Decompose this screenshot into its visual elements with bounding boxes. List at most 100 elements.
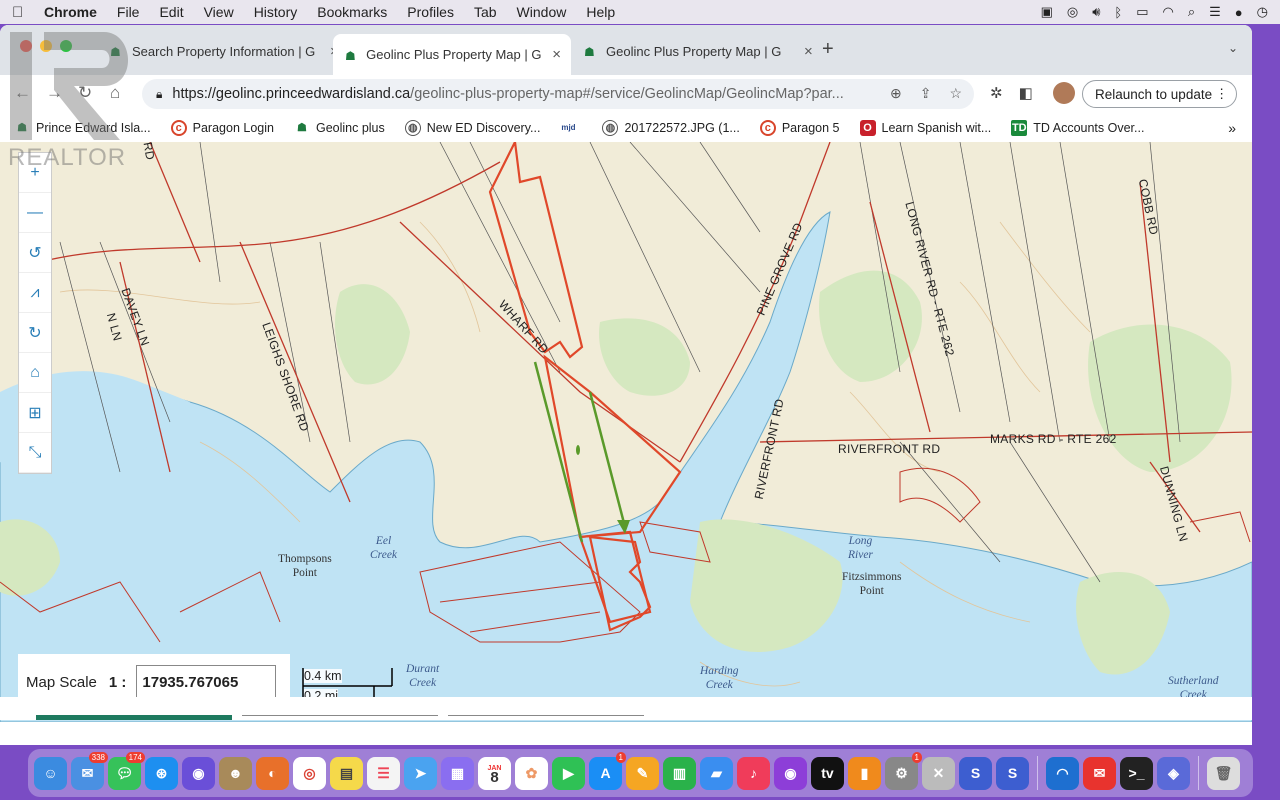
finder-icon[interactable]: ☺ [34,756,67,790]
page-tab-indicator[interactable] [242,715,438,720]
safari-icon[interactable]: ⊛ [145,756,178,790]
bookmark-item[interactable]: ◍ 201722572.JPG (1... [602,119,740,136]
chrome-icon[interactable]: ◎ [293,756,326,790]
bookmark-item[interactable]: O Learn Spanish wit... [859,119,991,136]
reminders-icon[interactable]: ☰ [367,756,400,790]
podcasts-icon[interactable]: ◉ [774,756,807,790]
menu-edit[interactable]: Edit [159,4,183,20]
bookmark-item[interactable]: c Paragon Login [170,119,274,136]
page-tab-indicator[interactable] [36,715,232,720]
green-area [599,318,690,396]
siri-icon[interactable]: ● [1235,5,1243,20]
tab-search-icon[interactable]: ⌄ [1228,41,1238,55]
td-icon: TD [1011,119,1028,136]
keynote-icon[interactable]: ▰ [700,756,733,790]
profile-avatar[interactable] [1053,82,1075,104]
siri-app-icon[interactable]: ◉ [182,756,215,790]
music-icon[interactable]: ♪ [737,756,770,790]
app-s-icon[interactable]: S [959,756,992,790]
utility-icon[interactable]: ✕ [922,756,955,790]
menu-tab[interactable]: Tab [474,4,497,20]
bookmark-item[interactable]: TD TD Accounts Over... [1011,119,1144,136]
close-tab-icon[interactable]: × [804,43,813,60]
duckduckgo-icon[interactable]: ◐ [256,756,289,790]
tab-geolinc-active[interactable]: ☗ Geolinc Plus Property Map | G × [333,34,571,75]
rotate-right-icon[interactable]: ↻ [19,313,51,353]
pages-icon[interactable]: ✎ [626,756,659,790]
trash-icon[interactable]: 🗑︎ [1207,756,1240,790]
bluetooth-icon[interactable]: ᛒ [1114,5,1122,20]
calendar-icon[interactable]: JAN 8 [478,756,511,790]
tab-title: Geolinc Plus Property Map | G [606,43,782,59]
notes-icon[interactable]: ▤ [330,756,363,790]
app-store-icon[interactable]: A1 [589,751,626,790]
mail-icon[interactable]: ✉ 338 [71,751,108,790]
accessibility-icon[interactable]: ◎ [1067,4,1078,20]
rotate-left-icon[interactable]: ↺ [19,233,51,273]
north-arrow-icon[interactable]: ⩘ [19,273,51,313]
status-area: ▣ ◎ 🔊︎ ᛒ ▭ ◠ ⌕ ☰ ● ◷ [1041,0,1268,24]
bookmark-item[interactable]: mjd [560,120,582,136]
spotlight-icon[interactable]: ⌕ [1188,4,1195,20]
messages-icon[interactable]: 💬︎ 174 [108,751,145,790]
launchpad-icon[interactable]: ▦ [441,756,474,790]
tab-geolinc-2[interactable]: ☗ Geolinc Plus Property Map | G × [572,36,823,66]
apple-tv-icon[interactable]: tv [811,756,844,790]
zoom-icon[interactable]: ⊕ [890,85,902,102]
bookmarks-bar: ☗Prince Edward Isla... cParagon Login ☗G… [0,113,1252,143]
water-label-harding: Harding Creek [700,665,739,691]
map-scale-input[interactable]: 17935.767065 [136,665,277,699]
more-bookmarks-icon[interactable]: » [1228,120,1236,136]
apple-icon[interactable]:  [12,4,32,21]
menu-window[interactable]: Window [517,4,567,20]
photos-icon[interactable]: ✿ [515,756,548,790]
menu-bar:  Chrome File Edit View History Bookmark… [0,0,1280,24]
menu-profiles[interactable]: Profiles [407,4,454,20]
books-icon[interactable]: ▮ [848,756,881,790]
menu-bookmarks[interactable]: Bookmarks [317,4,387,20]
bookmark-star-icon[interactable]: ☆ [949,85,962,102]
app-s-icon[interactable]: S [996,756,1029,790]
home-extent-icon[interactable]: ⌂ [19,353,51,393]
lock-icon[interactable]: 🔒︎ [156,87,162,102]
system-settings-icon[interactable]: ⚙ 1 [885,751,922,790]
stack-icon[interactable]: ◈ [1157,756,1190,790]
bookmark-item[interactable]: ◍ New ED Discovery... [404,119,540,136]
mail-app-icon[interactable]: ✉ [1083,756,1116,790]
camera-icon[interactable]: ▣ [1041,4,1053,20]
menu-view[interactable]: View [204,4,234,20]
wifi-icon[interactable]: ◠ [1163,4,1174,20]
relaunch-button[interactable]: Relaunch to update ⋮ [1082,80,1238,108]
maps-icon[interactable]: ➤ [404,756,437,790]
contacts-icon[interactable]: ☻ [219,756,252,790]
geolinc-icon: ☗ [345,48,356,63]
numbers-icon[interactable]: ▥ [663,756,696,790]
green-area [819,270,922,382]
share-icon[interactable]: ⇪ [920,85,932,102]
property-map[interactable]: WHARF RD PINE GROVE RD LONG RIVER RD - R… [0,142,1252,722]
volume-icon[interactable]: 🔊︎ [1092,4,1100,20]
full-extent-icon[interactable]: ⤡ [19,433,51,473]
terminal-icon[interactable]: >_ [1120,756,1153,790]
zoom-out-icon[interactable]: — [19,193,51,233]
bookmark-item[interactable]: ☗ Geolinc plus [294,120,385,136]
new-tab-button[interactable]: + [822,38,834,61]
bookmark-item[interactable]: c Paragon 5 [759,119,840,136]
wifi-app-icon[interactable]: ◠ [1046,756,1079,790]
side-panel-icon[interactable]: ◧ [1019,84,1033,102]
select-area-icon[interactable]: ⊞ [19,393,51,433]
menu-file[interactable]: File [117,4,140,20]
menu-help[interactable]: Help [586,4,615,20]
control-center-icon[interactable]: ☰ [1209,4,1221,20]
more-menu-icon[interactable]: ⋮ [1215,86,1228,102]
extensions-icon[interactable]: ✲ [990,84,1003,102]
facetime-icon[interactable]: ▶ [552,756,585,790]
url-text[interactable]: https://geolinc.princeedwardisland.ca/ge… [172,86,872,102]
clock-icon[interactable]: ◷ [1257,4,1268,20]
address-bar[interactable]: 🔒︎ https://geolinc.princeedwardisland.ca… [142,79,974,109]
close-tab-icon[interactable]: × [552,46,561,63]
menu-history[interactable]: History [254,4,298,20]
page-tab-indicator[interactable] [448,715,644,720]
menu-chrome[interactable]: Chrome [44,4,97,20]
battery-icon[interactable]: ▭ [1136,4,1148,20]
